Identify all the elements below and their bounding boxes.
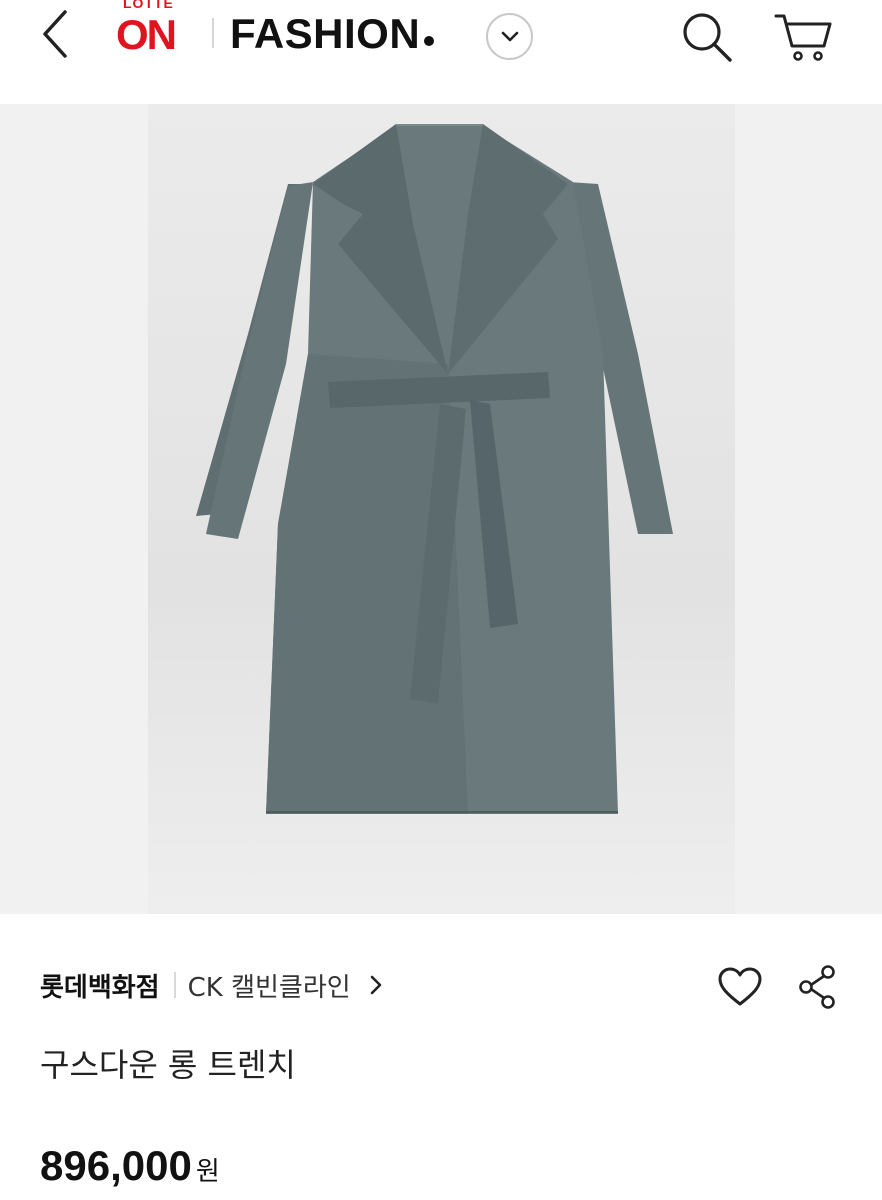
brand-link[interactable]: CK 캘빈클라인 (188, 967, 351, 1004)
product-price: 896,000 (40, 1142, 192, 1189)
share-icon (799, 965, 835, 1009)
cart-icon (774, 14, 832, 61)
share-button[interactable] (794, 962, 842, 1012)
logo-divider (212, 18, 214, 48)
cart-button[interactable] (770, 6, 836, 66)
product-image-gallery[interactable]: 1 4 (0, 104, 882, 914)
chevron-right-icon (370, 975, 381, 995)
service-dropdown-button[interactable] (486, 13, 533, 60)
chevron-down-icon (501, 31, 518, 41)
fashion-title-text: FASHION (230, 10, 421, 57)
heart-icon (718, 967, 762, 1006)
search-icon (683, 13, 732, 62)
top-header: LOTTE ON FASHION (0, 0, 882, 104)
price-currency: 원 (195, 1157, 220, 1187)
price-row: 896,000 원 (40, 1142, 220, 1190)
seller-divider (173, 972, 176, 998)
logo-on-text: ON (116, 11, 177, 58)
brand-chevron[interactable] (369, 974, 383, 996)
title-dot (424, 36, 435, 46)
search-button[interactable] (678, 8, 736, 66)
logo-lotte-text: LOTTE (123, 0, 174, 11)
wishlist-button[interactable] (716, 964, 764, 1010)
seller-brand-row[interactable]: 롯데백화점 CK 캘빈클라인 (40, 962, 383, 1008)
product-image (148, 104, 735, 914)
fashion-title[interactable]: FASHION (230, 10, 435, 58)
product-name: 구스다운 롱 트렌치 (40, 1046, 296, 1084)
trench-coat-image (196, 124, 673, 814)
back-button[interactable] (30, 6, 80, 62)
lotte-on-logo[interactable]: LOTTE ON (116, 0, 196, 62)
seller-name: 롯데백화점 (40, 972, 160, 1003)
back-icon (43, 10, 67, 58)
